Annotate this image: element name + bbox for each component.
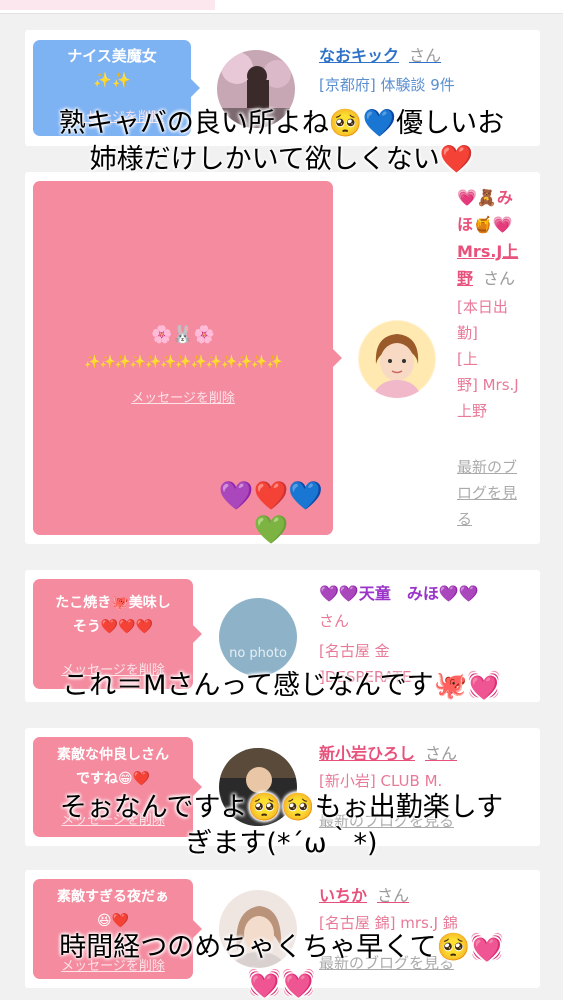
user-name-line[interactable]: ほ🍯💗 [457,211,539,238]
name-suffix: さん [425,744,458,763]
user-name-link[interactable]: なおキック さん [319,42,441,66]
user-name-link[interactable]: 💜💜天童 みほ💜💜 [319,580,479,604]
avatar[interactable]: no photo [219,598,297,676]
user-name-link[interactable]: 💗🧸み ほ🍯💗 Mrs.J上 野さん [457,184,539,292]
user-name-line[interactable]: 野 [457,269,473,288]
meta-line: [上 [457,350,478,368]
bubble-line: 素敵な仲良しさん [57,747,169,763]
latest-blog-link[interactable]: 最新のブ ログを見 る [457,454,542,532]
caption-line: 💓💓 [247,968,316,999]
caption-line: 時間経つのめちゃくちゃ早くて🥺💓 [59,932,504,963]
name-suffix: さん [377,886,410,905]
bubble-line: たこ焼き🐙美味し [55,595,171,611]
no-photo-label: no photo [229,646,287,661]
name-suffix: さん [409,46,442,65]
overlay-caption: そぉなんですよ🥺🥺もぉ出勤楽しす ぎます(*´ω｀*) [0,790,563,862]
overlay-caption: 時間経つのめちゃくちゃ早くて🥺💓 💓💓 [0,930,563,1000]
overlay-caption: 熟キャバの良い所よね🥺💙優しいお 姉様だけしかいて欲しくない❤️ [0,106,563,178]
link-line[interactable]: 最新のブ [457,454,542,480]
user-name-link[interactable]: いちか さん [319,882,409,906]
meta-line: 勤] [457,324,478,342]
bubble-line: ✨✨✨✨✨✨✨✨✨✨✨✨✨ [84,355,282,370]
user-meta: [本日出 勤] [上 野] Mrs.J 上野 [457,294,542,424]
meta-line: [本日出 [457,298,508,316]
link-line[interactable]: ログを見 [457,480,542,506]
user-name-line[interactable]: Mrs.J上 [457,238,539,265]
user-name[interactable]: なおキック [319,46,399,65]
bubble-line: 🌸🐰🌸 [151,325,215,345]
caption-line: 姉様だけしかいて欲しくない❤️ [89,144,474,175]
message-card: 🌸🐰🌸 ✨✨✨✨✨✨✨✨✨✨✨✨✨ メッセージを削除 💜❤️💙💚 💗🧸み ほ🍯💗… [25,172,542,546]
link-line[interactable]: る [457,506,542,532]
name-suffix: さん [483,269,516,288]
caption-line: これ＝Mさんって感じなんです🐙💓 [62,670,501,701]
bubble-line: 素敵すぎる夜だぁ [57,889,169,905]
message-bubble: 🌸🐰🌸 ✨✨✨✨✨✨✨✨✨✨✨✨✨ メッセージを削除 💜❤️💙💚 [33,181,342,546]
delete-message-link[interactable]: メッセージを削除 [33,387,333,411]
user-meta: [京都府] 体験談 9件 [319,76,455,94]
bubble-line: ですね😁❤️ [75,771,151,787]
user-name[interactable]: 新小岩ひろし [319,744,415,763]
bubble-line: ✨✨ [93,71,131,89]
meta-line: 上野 [457,402,488,420]
user-name[interactable]: いちか [319,886,367,905]
user-name-line[interactable]: 💗🧸み [457,184,539,211]
top-bar [0,0,563,14]
caption-line: そぉなんですよ🥺🥺もぉ出勤楽しす [59,792,504,823]
name-suffix: さん [319,612,350,630]
caption-line: 熟キャバの良い所よね🥺💙優しいお [58,108,505,139]
hearts-emoji: 💜❤️💙💚 [218,479,324,546]
avatar[interactable] [358,320,436,398]
caption-line: ぎます(*´ω｀*) [185,828,378,859]
meta-line: 野] Mrs.J [457,376,519,394]
user-meta: [名古屋 金 [319,642,390,660]
bubble-line: そう❤️❤️❤️ [72,619,154,635]
user-name[interactable]: 💜💜天童 みほ💜💜 [319,584,479,603]
top-tab-highlight [0,0,215,10]
bubble-line: ナイス美魔女 [67,47,157,65]
overlay-caption: これ＝Mさんって感じなんです🐙💓 [0,668,563,704]
user-name-link[interactable]: 新小岩ひろし さん [319,740,457,764]
